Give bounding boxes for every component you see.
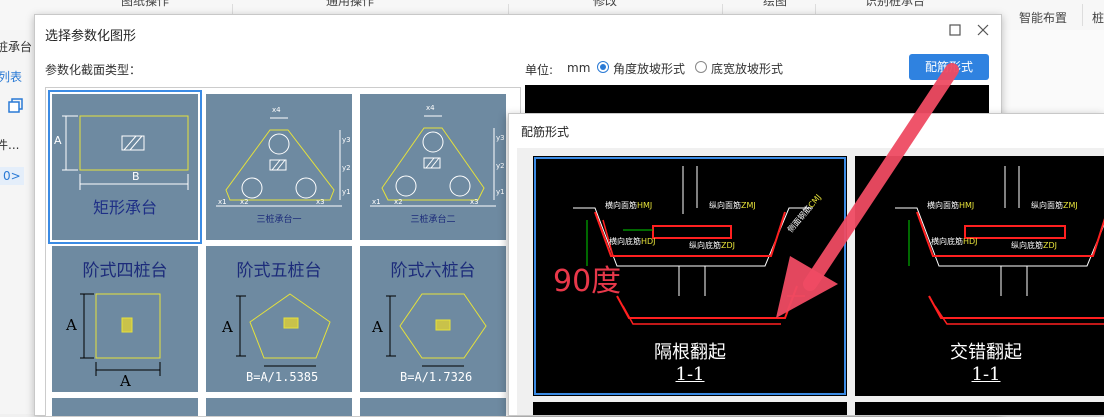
annotation-arrow-icon: [776, 63, 959, 318]
